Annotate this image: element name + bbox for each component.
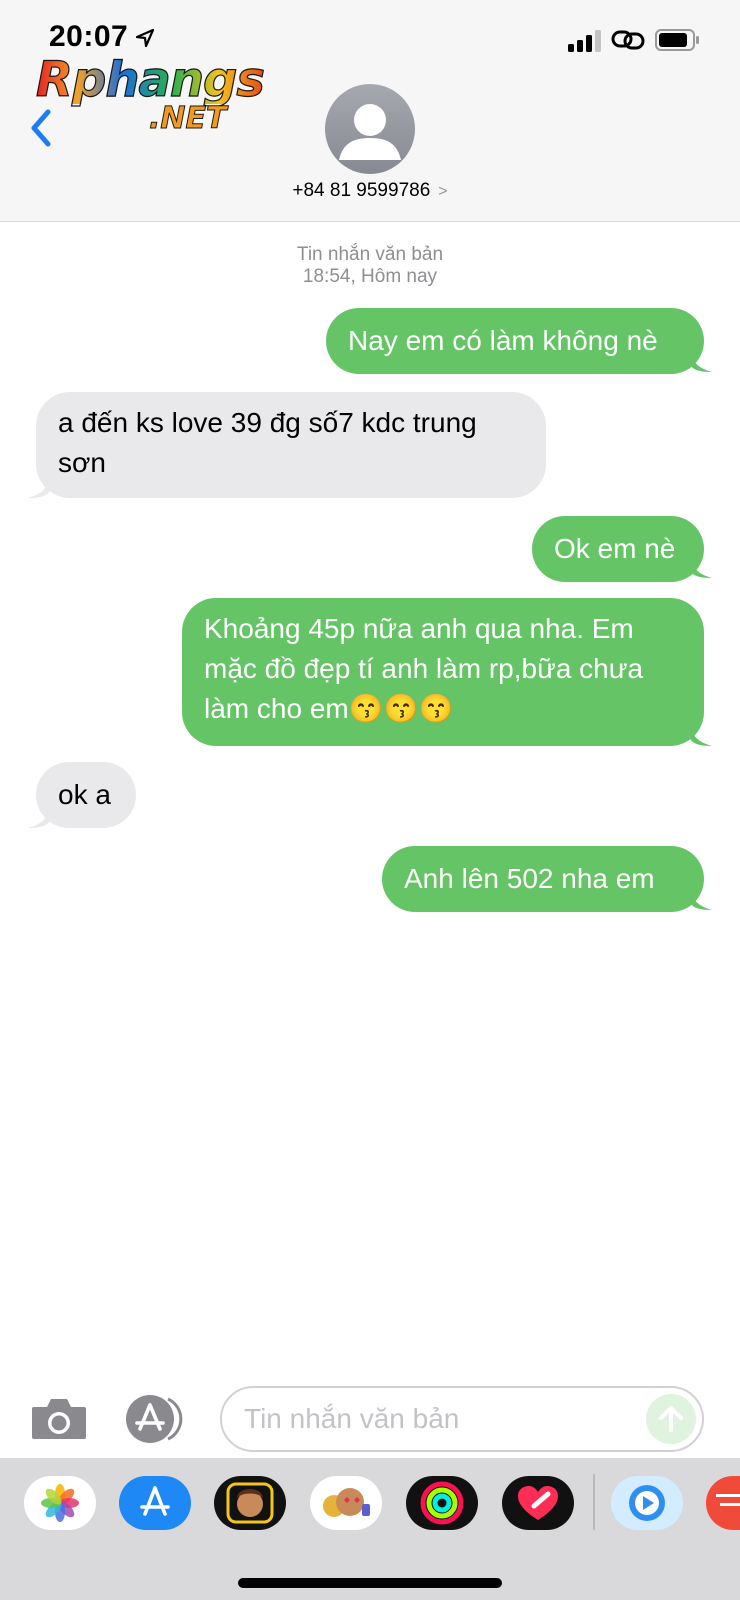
activity-app-button[interactable]: [406, 1476, 478, 1530]
contact-name-button[interactable]: +84 81 9599786 >: [0, 180, 740, 202]
memoji-app-button[interactable]: [214, 1476, 286, 1530]
contact-avatar[interactable]: [325, 84, 415, 174]
message-text: Ok em nè: [554, 533, 676, 564]
camera-icon[interactable]: [30, 1395, 88, 1441]
back-chevron-icon[interactable]: [26, 106, 56, 150]
personal-hotspot-icon: [611, 30, 645, 50]
clips-app-button[interactable]: [611, 1476, 683, 1530]
outgoing-message-bubble[interactable]: Nay em có làm không nè: [326, 308, 704, 374]
home-indicator[interactable]: [238, 1578, 502, 1588]
thread-type-label: Tin nhắn văn bản: [296, 244, 444, 265]
message-text: Khoảng 45p nữa anh qua nha. Em mặc đồ đẹ…: [204, 613, 644, 724]
message-text: Anh lên 502 nha em: [404, 863, 655, 894]
app-store-icon: [140, 1486, 170, 1516]
cellular-signal-icon: [568, 30, 602, 52]
activity-icon: [420, 1481, 464, 1525]
partial-app-icon: [716, 1494, 740, 1506]
app-store-app-button[interactable]: [119, 1476, 191, 1530]
watermark-brand: Rphangs: [35, 52, 265, 108]
status-time: 20:07: [49, 20, 129, 53]
battery-icon: [655, 29, 699, 51]
partial-app-button[interactable]: [706, 1476, 740, 1530]
digital-touch-icon: [518, 1486, 558, 1520]
outgoing-message-bubble[interactable]: Ok em nè: [532, 516, 704, 582]
memoji-icon: [226, 1482, 274, 1524]
digital-touch-app-button[interactable]: [502, 1476, 574, 1530]
thread-timestamp: 18:54, Hôm nay: [302, 266, 438, 287]
arrow-up-icon: [659, 1406, 683, 1432]
conversation-header: 20:07 Rphangs .NET +84 81 9599786 >: [0, 0, 740, 222]
incoming-message-bubble[interactable]: a đến ks love 39 đg số7 kdc trung sơn: [36, 392, 546, 498]
message-text: ok a: [58, 779, 111, 810]
message-text: a đến ks love 39 đg số7 kdc trung sơn: [58, 407, 477, 478]
chevron-right-icon: >: [438, 183, 448, 200]
outgoing-message-bubble[interactable]: Khoảng 45p nữa anh qua nha. Em mặc đồ đẹ…: [182, 598, 704, 746]
contact-phone-number: +84 81 9599786: [292, 180, 431, 201]
clips-icon: [629, 1485, 665, 1521]
photos-app-button[interactable]: [24, 1476, 96, 1530]
watermark-logo: Rphangs .NET: [35, 52, 268, 140]
photos-icon: [41, 1484, 79, 1522]
send-button[interactable]: [646, 1394, 696, 1444]
message-input[interactable]: [244, 1388, 634, 1450]
drawer-divider: [593, 1474, 595, 1530]
animoji-icon: [323, 1488, 370, 1517]
person-silhouette-icon: [339, 104, 401, 160]
animoji-app-button[interactable]: [310, 1476, 382, 1530]
message-text: Nay em có làm không nè: [348, 325, 658, 356]
location-arrow-icon: [135, 28, 155, 48]
outgoing-message-bubble[interactable]: Anh lên 502 nha em: [382, 846, 704, 912]
message-input-field[interactable]: [220, 1386, 704, 1452]
incoming-message-bubble[interactable]: ok a: [36, 762, 136, 828]
watermark-domain: .NET: [148, 101, 227, 136]
app-store-drawer-icon[interactable]: [124, 1395, 190, 1443]
